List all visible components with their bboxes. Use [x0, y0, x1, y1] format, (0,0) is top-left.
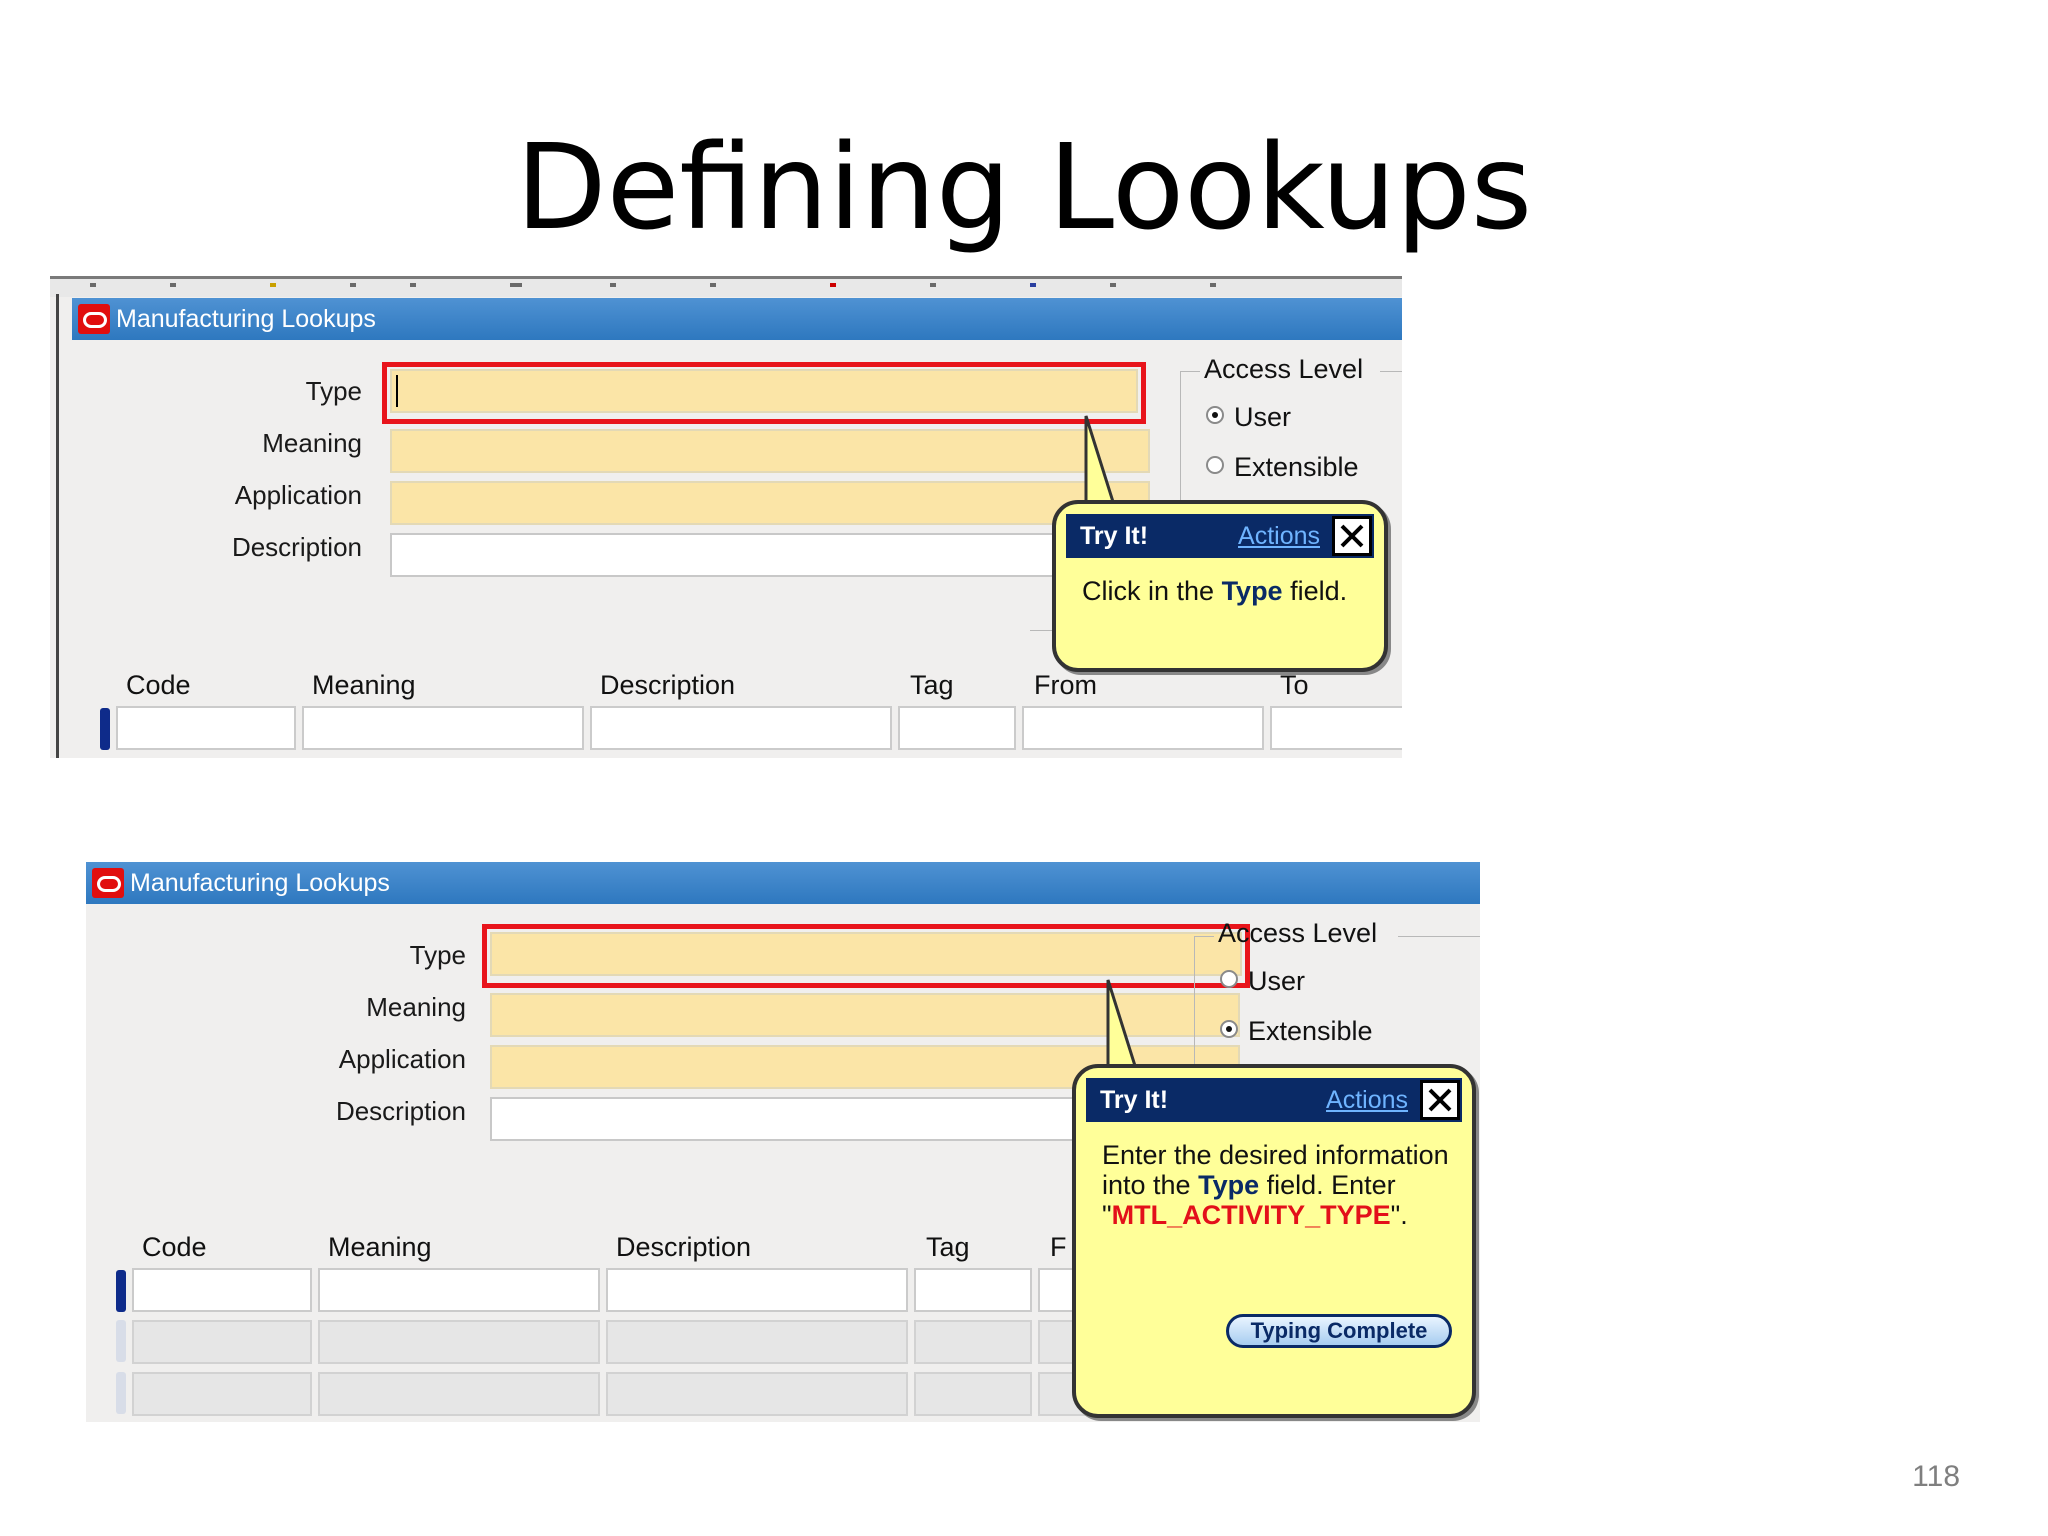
window-title: Manufacturing Lookups — [130, 868, 390, 897]
extensible-radio-label: Extensible — [1234, 452, 1359, 482]
column-header-meaning: Meaning — [328, 1232, 432, 1262]
window-border — [56, 294, 59, 758]
actions-link[interactable]: Actions — [1238, 522, 1320, 551]
user-radio[interactable] — [1206, 406, 1224, 424]
access-frame-line — [1194, 936, 1214, 937]
row-marker[interactable] — [100, 708, 110, 750]
user-radio-label: User — [1248, 966, 1306, 996]
window-titlebar: Manufacturing Lookups — [86, 862, 1480, 904]
oracle-icon — [92, 868, 124, 898]
access-frame-line — [1380, 371, 1402, 372]
try-it-label: Try It! — [1080, 521, 1149, 550]
instruction-keyword: Type — [1198, 1170, 1260, 1200]
actions-link[interactable]: Actions — [1326, 1086, 1408, 1115]
meaning-cell[interactable] — [302, 706, 584, 750]
row-marker[interactable] — [116, 1372, 126, 1414]
meaning-label: Meaning — [366, 992, 466, 1022]
instruction-value: MTL_ACTIVITY_TYPE — [1111, 1200, 1391, 1230]
description-cell[interactable] — [606, 1268, 908, 1312]
column-header-tag: Tag — [926, 1232, 970, 1262]
application-label: Application — [338, 1044, 466, 1074]
try-it-callout: Try It! Actions Click in the Type field. — [1052, 500, 1388, 672]
column-header-tag: Tag — [910, 670, 954, 700]
description-cell[interactable] — [606, 1372, 908, 1416]
callout-instructions: Click in the Type field. — [1082, 576, 1370, 606]
column-header-code: Code — [126, 670, 191, 700]
meaning-cell[interactable] — [318, 1268, 600, 1312]
code-cell[interactable] — [132, 1372, 312, 1416]
meaning-cell[interactable] — [318, 1320, 600, 1364]
close-icon — [1340, 524, 1364, 548]
code-cell[interactable] — [132, 1268, 312, 1312]
user-radio[interactable] — [1220, 970, 1238, 988]
slide-title: Defining Lookups — [515, 118, 1533, 256]
description-cell[interactable] — [606, 1320, 908, 1364]
description-label: Description — [231, 532, 362, 562]
extensible-radio[interactable] — [1220, 1020, 1238, 1038]
row-marker[interactable] — [116, 1320, 126, 1362]
close-button[interactable] — [1420, 1080, 1460, 1120]
window-title: Manufacturing Lookups — [116, 304, 376, 333]
oracle-icon — [78, 304, 110, 334]
access-level-title: Access Level — [1218, 918, 1378, 948]
tag-cell[interactable] — [914, 1372, 1032, 1416]
column-header-to: To — [1280, 670, 1309, 700]
access-frame-line — [1194, 936, 1195, 1066]
description-field[interactable] — [390, 533, 1150, 577]
description-cell[interactable] — [590, 706, 892, 750]
tag-cell[interactable] — [898, 706, 1016, 750]
extensible-radio[interactable] — [1206, 456, 1224, 474]
callout-instructions: Enter the desired information into the T… — [1102, 1140, 1458, 1230]
type-field-highlight — [482, 924, 1250, 988]
toolbar-strip — [50, 276, 1402, 297]
column-header-description: Description — [616, 1232, 752, 1262]
try-it-label: Try It! — [1100, 1085, 1169, 1114]
typing-complete-button[interactable]: Typing Complete — [1226, 1314, 1452, 1348]
column-header-description: Description — [600, 670, 736, 700]
type-label: Type — [409, 940, 466, 970]
code-cell[interactable] — [116, 706, 296, 750]
access-level-title: Access Level — [1204, 354, 1364, 384]
code-cell[interactable] — [132, 1320, 312, 1364]
column-header-meaning: Meaning — [312, 670, 416, 700]
row-marker[interactable] — [116, 1270, 126, 1312]
access-frame-line — [1180, 371, 1181, 501]
type-field-highlight — [382, 362, 1146, 424]
access-frame-line — [1180, 371, 1200, 372]
screenshot-step-2: Manufacturing Lookups Type Meaning Appli… — [86, 862, 1480, 1422]
callout-header: Try It! Actions — [1086, 1078, 1462, 1122]
try-it-callout: Try It! Actions Enter the desired inform… — [1072, 1064, 1476, 1418]
user-radio-label: User — [1234, 402, 1292, 432]
page-number: 118 — [1912, 1460, 1960, 1493]
meaning-cell[interactable] — [318, 1372, 600, 1416]
application-field[interactable] — [390, 481, 1150, 525]
from-cell[interactable] — [1022, 706, 1264, 750]
tag-cell[interactable] — [914, 1268, 1032, 1312]
description-label: Description — [335, 1096, 466, 1126]
instruction-text: ". — [1390, 1200, 1408, 1230]
instruction-text: Click in the — [1082, 576, 1222, 606]
extensible-radio-label: Extensible — [1248, 1016, 1373, 1046]
application-label: Application — [234, 480, 362, 510]
screenshot-step-1: Manufacturing Lookups Type Meaning Appli… — [50, 276, 1402, 758]
column-header-from-truncated: F — [1050, 1232, 1067, 1262]
close-icon — [1428, 1088, 1452, 1112]
to-cell[interactable] — [1270, 706, 1402, 750]
type-label: Type — [305, 376, 362, 406]
column-header-code: Code — [142, 1232, 207, 1262]
callout-header: Try It! Actions — [1066, 514, 1374, 558]
close-button[interactable] — [1332, 516, 1372, 556]
tag-cell[interactable] — [914, 1320, 1032, 1364]
column-header-from: From — [1034, 670, 1097, 700]
instruction-keyword: Type — [1221, 576, 1283, 606]
instruction-text: field. — [1282, 576, 1348, 606]
window-titlebar: Manufacturing Lookups — [72, 298, 1402, 340]
meaning-field[interactable] — [390, 429, 1150, 473]
access-frame-line — [1398, 936, 1480, 937]
meaning-label: Meaning — [262, 428, 362, 458]
